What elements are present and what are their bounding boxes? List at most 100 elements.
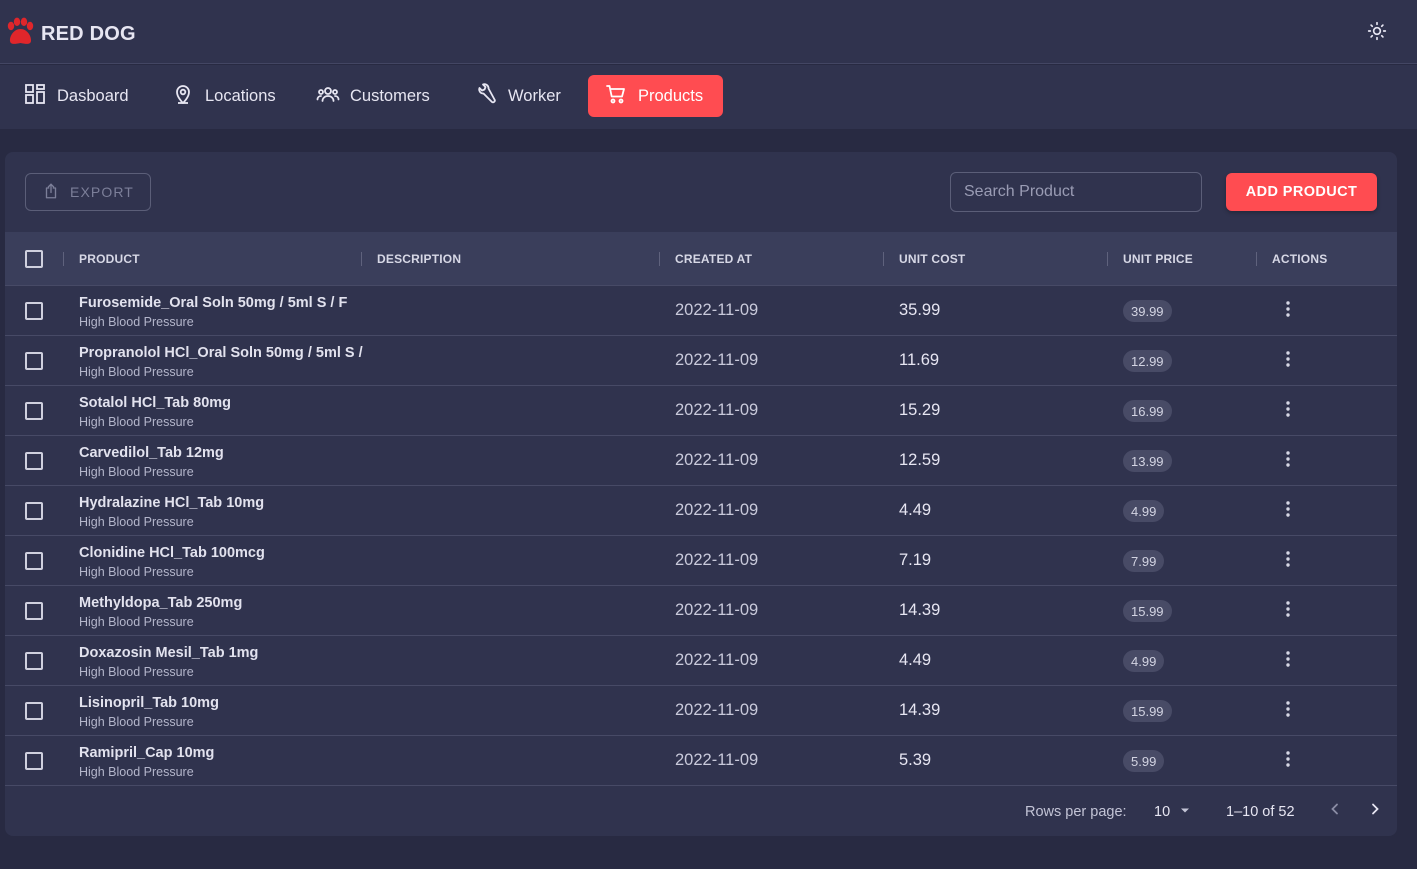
row-checkbox[interactable] (25, 652, 43, 670)
unit-cost: 4.49 (899, 651, 932, 669)
export-label: EXPORT (70, 184, 134, 200)
unit-price-chip: 13.99 (1123, 450, 1172, 472)
rows-per-page-select[interactable]: 10 (1154, 803, 1192, 821)
row-checkbox[interactable] (25, 452, 43, 470)
product-name: Carvedilol_Tab 12mg (79, 445, 224, 461)
more-vertical-icon (1286, 600, 1290, 622)
row-actions-button[interactable] (1280, 499, 1296, 523)
created-at: 2022-11-09 (675, 451, 759, 469)
column-divider (883, 252, 884, 266)
row-checkbox[interactable] (25, 402, 43, 420)
brand[interactable]: RED DOG (4, 17, 136, 52)
row-checkbox[interactable] (25, 552, 43, 570)
row-actions-button[interactable] (1280, 549, 1296, 573)
column-divider (659, 252, 660, 266)
table-row[interactable]: Hydralazine HCl_Tab 10mg High Blood Pres… (5, 486, 1397, 536)
row-actions-button[interactable] (1280, 749, 1296, 773)
row-checkbox[interactable] (25, 752, 43, 770)
row-actions-button[interactable] (1280, 399, 1296, 423)
product-name: Hydralazine HCl_Tab 10mg (79, 495, 265, 511)
row-checkbox[interactable] (25, 702, 43, 720)
product-description: High Blood Pressure (79, 715, 194, 729)
table-row[interactable]: Furosemide_Oral Soln 50mg / 5ml S / F Hi… (5, 286, 1397, 336)
rows-per-page-label: Rows per page: (1025, 804, 1127, 820)
users-icon (316, 82, 350, 111)
unit-cost: 35.99 (899, 301, 941, 319)
chevron-left-icon (1328, 802, 1342, 820)
unit-price-chip: 15.99 (1123, 600, 1172, 622)
column-header-actions: ACTIONS (1272, 252, 1328, 266)
cart-icon (604, 82, 638, 111)
table-row[interactable]: Lisinopril_Tab 10mg High Blood Pressure … (5, 686, 1397, 736)
search-input[interactable] (950, 172, 1202, 212)
table-row[interactable]: Clonidine HCl_Tab 100mcg High Blood Pres… (5, 536, 1397, 586)
product-name: Ramipril_Cap 10mg (79, 745, 215, 761)
brand-name: RED DOG (41, 23, 136, 45)
export-button[interactable]: EXPORT (25, 173, 151, 211)
product-description: High Blood Pressure (79, 565, 194, 579)
row-checkbox[interactable] (25, 352, 43, 370)
row-checkbox[interactable] (25, 502, 43, 520)
product-description: High Blood Pressure (79, 615, 194, 629)
add-product-button[interactable]: ADD PRODUCT (1226, 173, 1377, 211)
unit-cost: 14.39 (899, 601, 941, 619)
product-name: Propranolol HCl_Oral Soln 50mg / 5ml S /… (79, 345, 363, 361)
theme-toggle-button[interactable] (1364, 20, 1390, 46)
row-actions-button[interactable] (1280, 349, 1296, 373)
unit-price-chip: 15.99 (1123, 700, 1172, 722)
next-page-button[interactable] (1363, 799, 1387, 823)
column-header-created-at[interactable]: CREATED AT (675, 232, 752, 286)
nav-item-dashboard[interactable]: Dasboard (2, 75, 143, 117)
unit-cost: 11.69 (899, 351, 940, 369)
paw-logo-icon (4, 17, 36, 52)
row-actions-button[interactable] (1280, 699, 1296, 723)
column-header-unit-cost[interactable]: UNIT COST (899, 232, 965, 286)
row-actions-button[interactable] (1280, 299, 1296, 323)
nav-item-worker[interactable]: Worker (453, 75, 575, 117)
table-row[interactable]: Ramipril_Cap 10mg High Blood Pressure 20… (5, 736, 1397, 786)
nav-item-products[interactable]: Products (588, 75, 723, 117)
more-vertical-icon (1286, 300, 1290, 322)
table-row[interactable]: Doxazosin Mesil_Tab 1mg High Blood Press… (5, 636, 1397, 686)
table-row[interactable]: Methyldopa_Tab 250mg High Blood Pressure… (5, 586, 1397, 636)
nav-item-label: Products (638, 86, 704, 105)
nav-item-label: Dasboard (57, 86, 129, 105)
product-description: High Blood Pressure (79, 515, 194, 529)
unit-cost: 7.19 (899, 551, 932, 569)
nav-item-locations[interactable]: Locations (150, 75, 290, 117)
column-divider (1107, 252, 1108, 266)
created-at: 2022-11-09 (675, 751, 759, 769)
column-header-unit-price[interactable]: UNIT PRICE (1123, 232, 1193, 286)
select-all-checkbox[interactable] (25, 250, 43, 268)
unit-price-chip: 16.99 (1123, 400, 1172, 422)
dashboard-icon (23, 82, 57, 111)
created-at: 2022-11-09 (675, 701, 759, 719)
created-at: 2022-11-09 (675, 401, 759, 419)
column-header-description[interactable]: DESCRIPTION (377, 232, 461, 286)
table-row[interactable]: Carvedilol_Tab 12mg High Blood Pressure … (5, 436, 1397, 486)
row-actions-button[interactable] (1280, 449, 1296, 473)
table-row[interactable]: Sotalol HCl_Tab 80mg High Blood Pressure… (5, 386, 1397, 436)
product-description: High Blood Pressure (79, 765, 194, 779)
product-description: High Blood Pressure (79, 665, 194, 679)
column-divider (361, 252, 362, 266)
unit-cost: 4.49 (899, 501, 932, 519)
more-vertical-icon (1286, 450, 1290, 472)
previous-page-button[interactable] (1323, 799, 1347, 823)
row-actions-button[interactable] (1280, 599, 1296, 623)
created-at: 2022-11-09 (675, 551, 759, 569)
nav-item-customers[interactable]: Customers (295, 75, 444, 117)
row-checkbox[interactable] (25, 302, 43, 320)
unit-price-chip: 4.99 (1123, 650, 1165, 672)
row-actions-button[interactable] (1280, 649, 1296, 673)
unit-price-chip: 7.99 (1123, 550, 1165, 572)
page-range: 1–10 of 52 (1226, 804, 1295, 820)
caret-down-icon (1170, 803, 1192, 821)
table-row[interactable]: Propranolol HCl_Oral Soln 50mg / 5ml S /… (5, 336, 1397, 386)
product-name: Sotalol HCl_Tab 80mg (79, 395, 232, 411)
nav-item-label: Locations (205, 86, 276, 105)
unit-cost: 15.29 (899, 401, 941, 419)
unit-cost: 5.39 (899, 751, 932, 769)
row-checkbox[interactable] (25, 602, 43, 620)
column-header-product[interactable]: PRODUCT (79, 232, 140, 286)
